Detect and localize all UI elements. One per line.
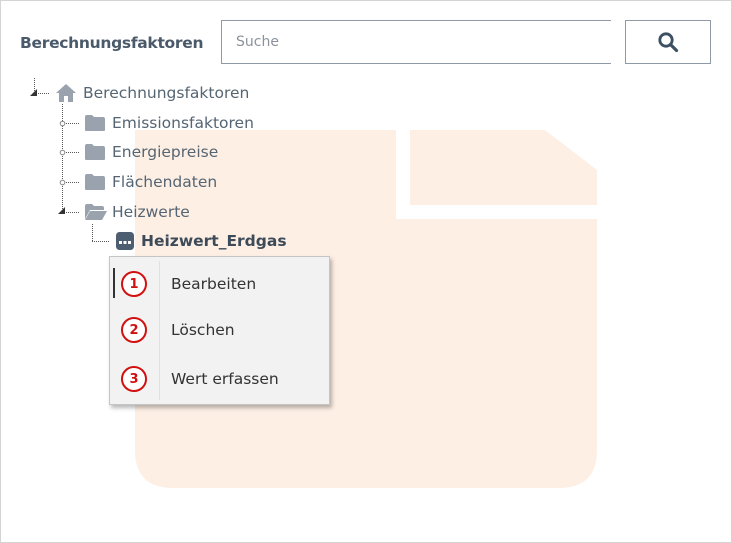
collapsed-node-icon [59,179,66,186]
menu-item-wert-erfassen[interactable]: 3 Wert erfassen [110,359,329,399]
tree-node-label: Emissionsfaktoren [112,114,254,132]
tree-node-heizwert-erdgas[interactable]: Heizwert_Erdgas [115,229,287,253]
tree-node-label: Heizwert_Erdgas [141,232,287,250]
expanded-arrow-icon [30,89,37,96]
text-cursor [113,268,115,298]
tree-node-emissionsfaktoren[interactable]: Emissionsfaktoren [84,111,254,135]
tree-node-root[interactable]: Berechnungsfaktoren [55,81,249,105]
folder-icon [84,114,106,132]
data-record-icon [115,231,135,251]
tree-node-label: Flächendaten [112,173,218,191]
step-badge: 2 [121,317,147,343]
tree-node-label: Energiepreise [112,143,219,161]
tree-node-label: Berechnungsfaktoren [83,84,250,102]
menu-item-label: Bearbeiten [171,275,257,293]
menu-item-label: Löschen [171,321,235,339]
expanded-arrow-icon [58,207,65,214]
step-badge: 3 [121,366,147,392]
collapsed-node-icon [59,120,66,127]
home-icon [55,83,77,103]
context-menu: 1 Bearbeiten 2 Löschen 3 Wert erfassen [109,256,330,405]
folder-open-icon [84,203,108,221]
tree-node-heizwerte[interactable]: Heizwerte [84,200,190,224]
collapsed-node-icon [59,149,66,156]
menu-item-label: Wert erfassen [171,370,279,388]
folder-icon [84,143,106,161]
tree-node-flaechendaten[interactable]: Flächendaten [84,170,217,194]
step-badge: 1 [121,271,147,297]
tree-node-energiepreise[interactable]: Energiepreise [84,140,218,164]
menu-item-bearbeiten[interactable]: 1 Bearbeiten [110,264,329,304]
tree-node-label: Heizwerte [112,203,190,221]
folder-icon [84,173,106,191]
menu-item-loeschen[interactable]: 2 Löschen [110,310,329,350]
